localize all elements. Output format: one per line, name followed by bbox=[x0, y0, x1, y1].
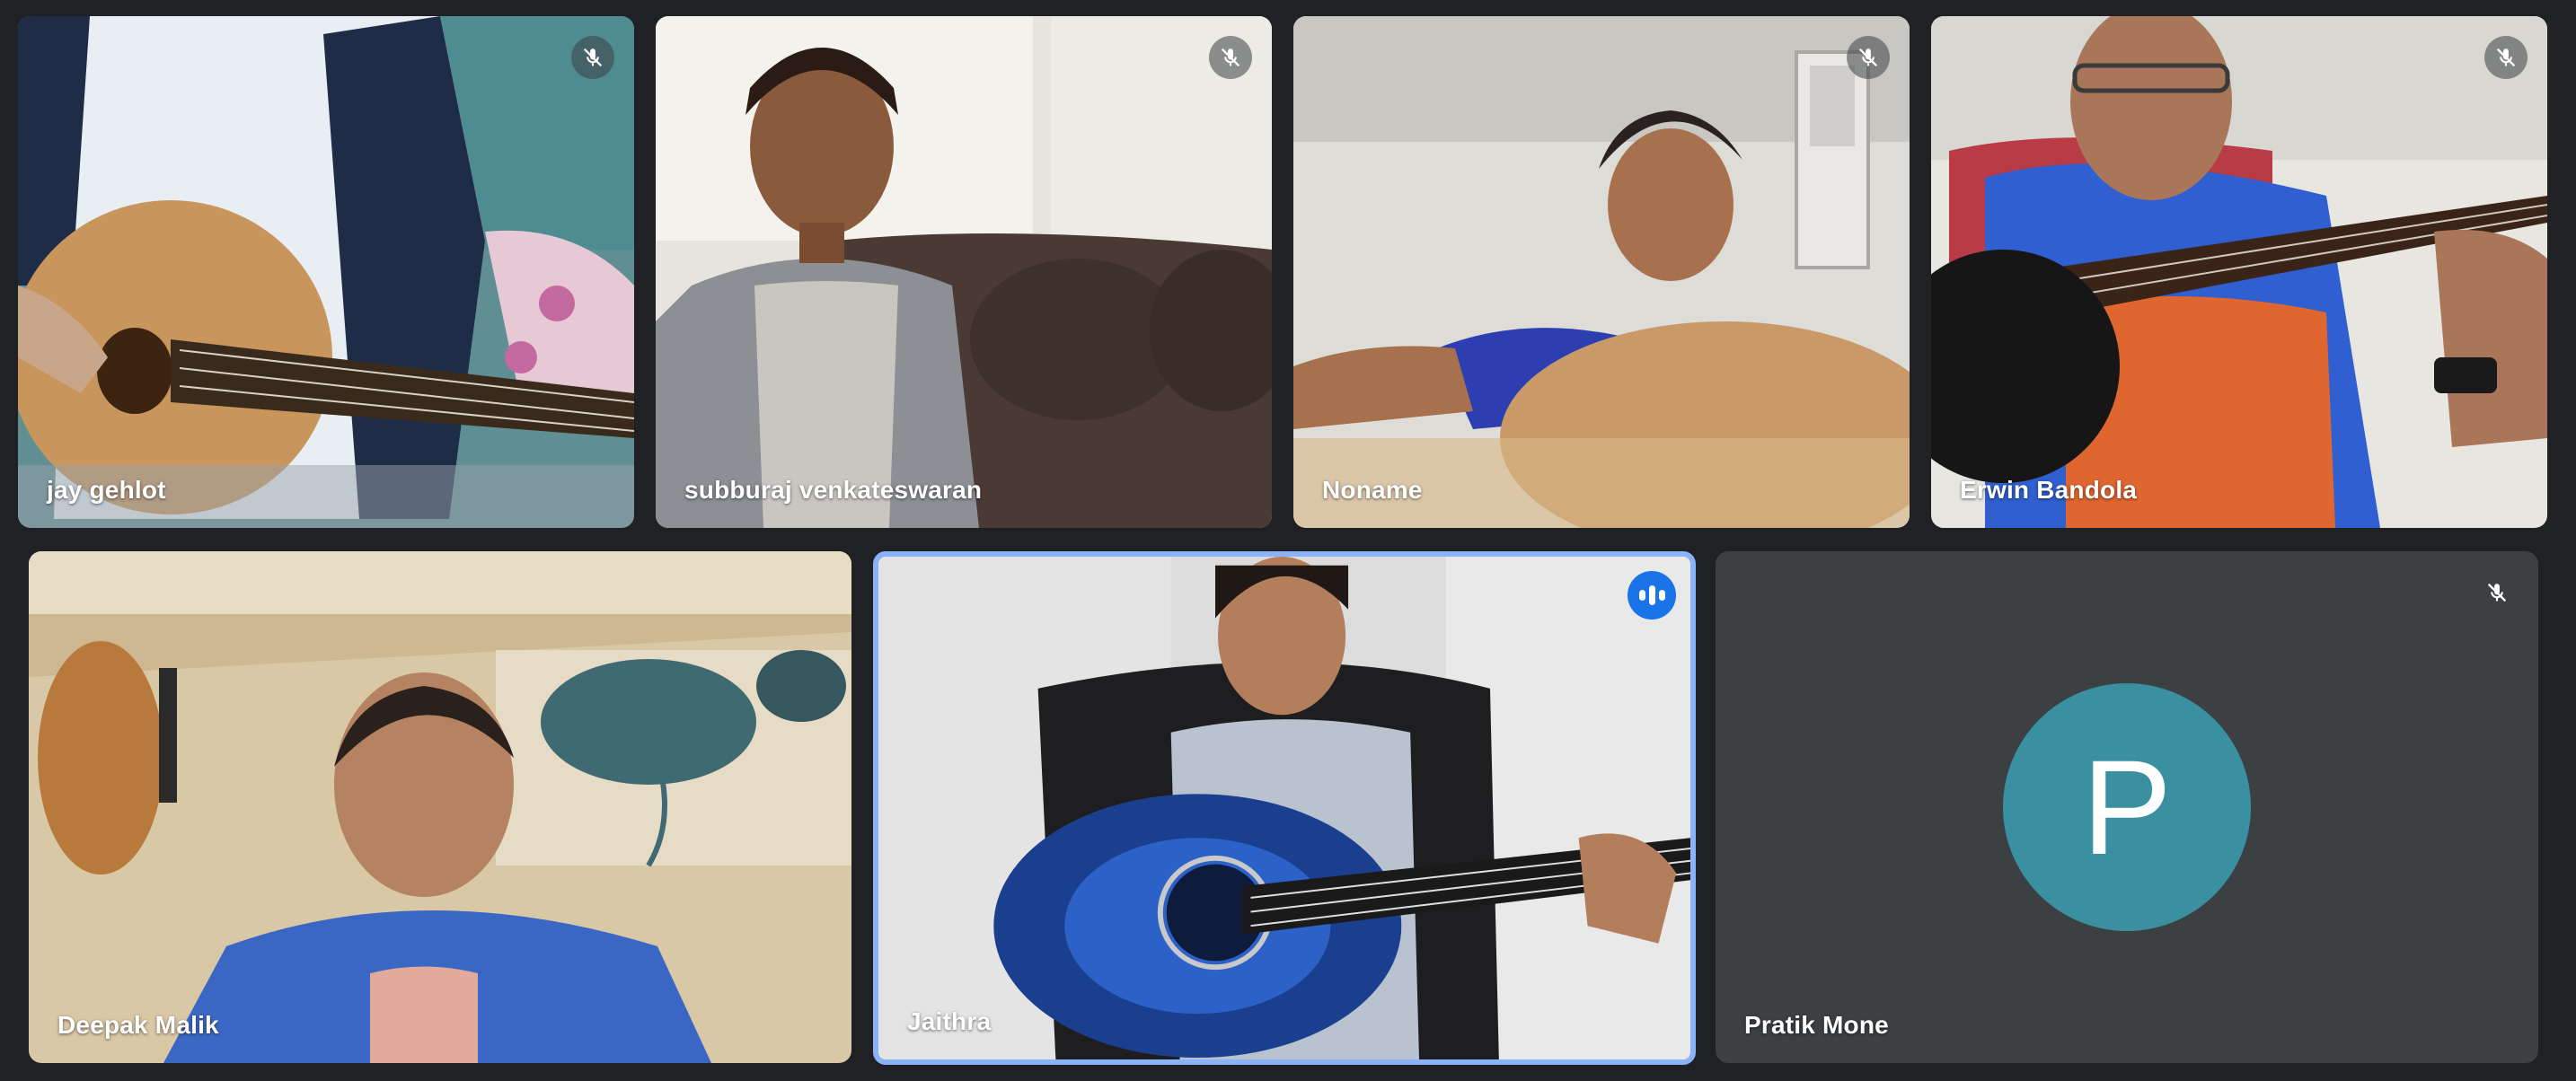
mic-off-icon bbox=[1847, 36, 1890, 79]
participant-name: Noname bbox=[1322, 476, 1423, 504]
video-feed bbox=[656, 16, 1272, 528]
participant-tile-subburaj-venkateswaran[interactable]: subburaj venkateswaran bbox=[656, 16, 1272, 528]
participant-tile-noname[interactable]: Noname bbox=[1293, 16, 1910, 528]
participant-tile-jay-gehlot[interactable]: jay gehlot bbox=[18, 16, 634, 528]
audio-level-icon bbox=[1628, 571, 1676, 620]
participant-name: Pratik Mone bbox=[1744, 1011, 1889, 1039]
video-feed bbox=[18, 16, 634, 528]
participant-name: Erwin Bandola bbox=[1960, 476, 2138, 504]
mic-off-icon bbox=[1209, 36, 1252, 79]
participant-name: jay gehlot bbox=[47, 476, 166, 504]
meeting-grid: jay gehlot subburaj venkateswaran Noname… bbox=[0, 0, 2576, 1081]
avatar-letter: P bbox=[2081, 731, 2173, 883]
participant-name: subburaj venkateswaran bbox=[684, 476, 983, 504]
video-feed bbox=[1931, 16, 2547, 528]
participant-name: Jaithra bbox=[907, 1007, 992, 1035]
video-feed bbox=[29, 551, 851, 1063]
video-feed bbox=[878, 557, 1690, 1059]
participant-tile-pratik-mone[interactable]: P Pratik Mone bbox=[1716, 551, 2538, 1063]
video-feed bbox=[1293, 16, 1910, 528]
mic-off-icon bbox=[2484, 36, 2527, 79]
mic-off-icon bbox=[2475, 571, 2519, 614]
participant-tile-jaithra[interactable]: Jaithra bbox=[873, 551, 1696, 1065]
participant-tile-deepak-malik[interactable]: Deepak Malik bbox=[29, 551, 851, 1063]
mic-off-icon bbox=[571, 36, 614, 79]
avatar: P bbox=[2003, 683, 2251, 931]
participant-tile-erwin-bandola[interactable]: Erwin Bandola bbox=[1931, 16, 2547, 528]
participant-name: Deepak Malik bbox=[57, 1011, 219, 1039]
